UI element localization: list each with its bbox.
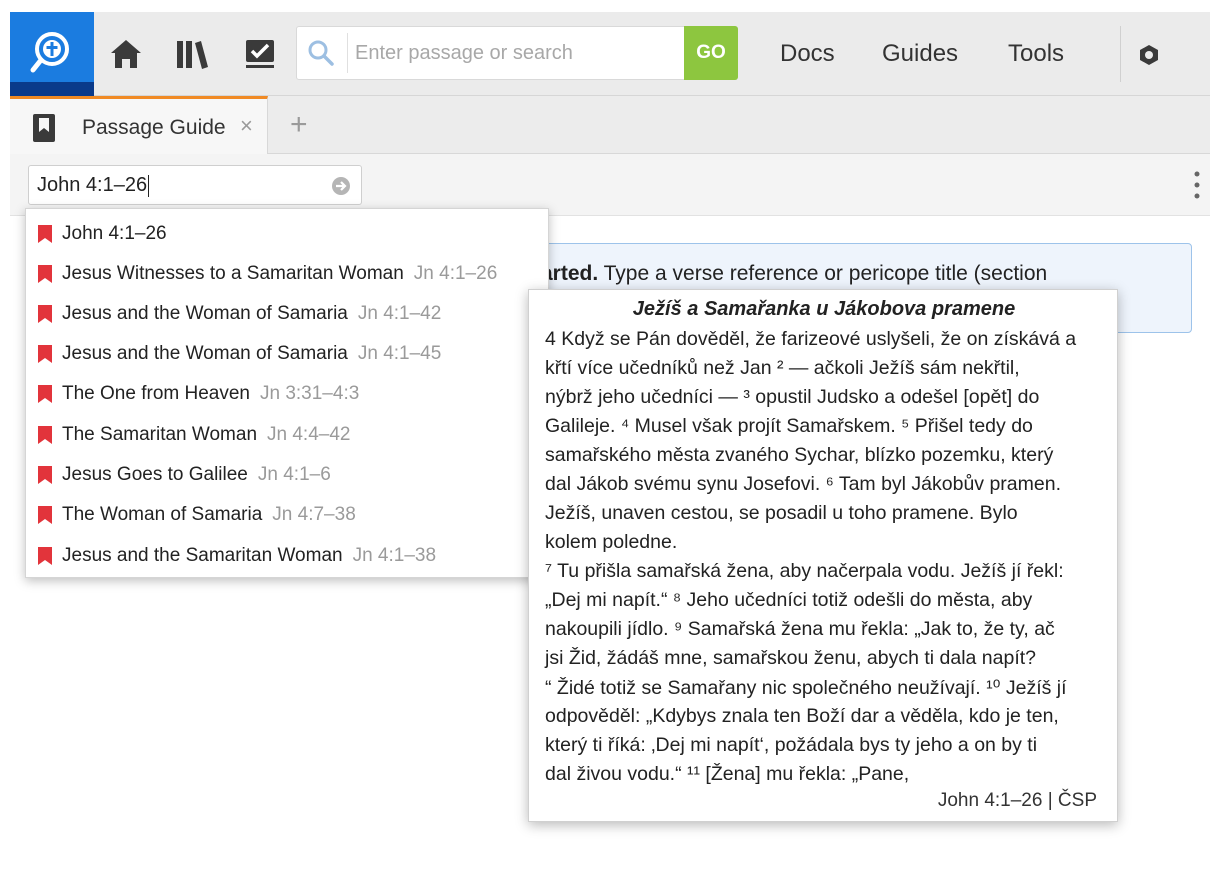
suggestion-item[interactable]: The Woman of Samaria Jn 4:7–38 bbox=[26, 494, 550, 534]
suggestion-reference: Jn 4:1–38 bbox=[352, 545, 437, 566]
nav-docs[interactable]: Docs bbox=[780, 40, 835, 68]
go-button[interactable]: GO bbox=[684, 26, 738, 80]
suggestion-item[interactable]: Jesus and the Woman of Samaria Jn 4:1–42 bbox=[26, 293, 550, 333]
bookmark-icon bbox=[38, 385, 52, 403]
suggestion-title: Jesus and the Samaritan Woman bbox=[62, 545, 343, 566]
tab-label: Passage Guide bbox=[82, 116, 226, 139]
suggestion-reference: Jn 4:4–42 bbox=[267, 424, 351, 445]
preview-text-line: kolem poledne. bbox=[545, 531, 678, 553]
preview-text-line: samařského města zvaného Sychar, blízko … bbox=[545, 444, 1054, 466]
preview-text-line: odpověděl: „Kdybys znala ten Boží dar a … bbox=[545, 705, 1059, 727]
passage-input[interactable]: John 4:1–26 bbox=[28, 165, 362, 205]
preview-text-line: dal Jákob svému synu Josefovi. ⁶ Tam byl… bbox=[545, 473, 1061, 495]
bookmark-icon bbox=[38, 305, 52, 323]
preview-title: Ježíš a Samařanka u Jákobova pramene bbox=[632, 298, 1016, 320]
passage-input-value: John 4:1–26 bbox=[37, 174, 148, 196]
suggestion-item[interactable]: Jesus and the Samaritan Woman Jn 4:1–38 bbox=[26, 535, 550, 575]
suggestion-reference: Jn 4:1–45 bbox=[357, 343, 442, 364]
nav-tools[interactable]: Tools bbox=[1008, 40, 1064, 68]
preview-text-line: Ježíš, unaven cestou, se posadil u toho … bbox=[545, 502, 1018, 524]
search-separator bbox=[347, 33, 348, 73]
suggestion-reference: Jn 3:31–4:3 bbox=[259, 383, 360, 404]
tab-passage-guide[interactable]: Passage Guide × bbox=[10, 96, 268, 154]
preview-text-line: dal živou vodu.“ ¹¹ [Žena] mu řekla: „Pa… bbox=[545, 763, 910, 785]
bookmark-icon bbox=[38, 466, 52, 484]
info-text: Type a verse reference or pericope title… bbox=[598, 262, 1048, 285]
text-caret bbox=[148, 174, 150, 197]
suggestion-item[interactable]: Jesus and the Woman of Samaria Jn 4:1–45 bbox=[26, 333, 550, 373]
suggestion-title: Jesus and the Woman of Samaria bbox=[62, 343, 348, 364]
suggestion-reference: Jn 4:1–6 bbox=[257, 464, 331, 485]
preview-text-line: “ Židé totiž se Samařany nic společného … bbox=[545, 677, 1067, 699]
tab-strip: Passage Guide × + bbox=[10, 96, 1210, 154]
search-bar: GO bbox=[296, 26, 738, 80]
app-logo-icon[interactable] bbox=[10, 12, 94, 96]
toolbar-divider bbox=[1120, 26, 1121, 82]
suggestion-item[interactable]: The One from Heaven Jn 3:31–4:3 bbox=[26, 373, 550, 413]
suggestion-reference: Jn 4:1–26 bbox=[413, 263, 498, 284]
search-input[interactable] bbox=[355, 35, 675, 71]
suggestion-item[interactable]: John 4:1–26 bbox=[26, 213, 550, 253]
more-options-icon[interactable] bbox=[1193, 170, 1201, 200]
search-icon bbox=[308, 40, 334, 66]
suggestion-reference: Jn 4:1–42 bbox=[357, 303, 442, 324]
bookmark-icon bbox=[38, 345, 52, 363]
preview-text-line: nakoupili jídlo. ⁹ Samařská žena mu řekl… bbox=[545, 618, 1055, 640]
home-icon[interactable] bbox=[108, 36, 144, 72]
preview-text-line: křtí více učedníků než Jan ² — ačkoli Je… bbox=[545, 357, 1020, 379]
logo-footer-band bbox=[10, 82, 94, 96]
suggestion-title: Jesus Goes to Galilee bbox=[62, 464, 248, 485]
suggestion-title: Jesus and the Woman of Samaria bbox=[62, 303, 348, 324]
add-tab-icon[interactable]: + bbox=[290, 108, 308, 142]
go-arrow-icon[interactable] bbox=[331, 176, 351, 196]
bookmark-icon bbox=[38, 265, 52, 283]
suggestion-title: The Woman of Samaria bbox=[62, 504, 263, 525]
checklist-icon[interactable] bbox=[242, 36, 278, 72]
passage-guide-icon bbox=[33, 114, 55, 142]
suggestion-title: John 4:1–26 bbox=[62, 223, 167, 244]
suggestion-item[interactable]: Jesus Witnesses to a Samaritan Woman Jn 4… bbox=[26, 253, 550, 293]
preview-text-line: který ti říká: ‚Dej mi napít‘, požádala … bbox=[545, 734, 1038, 756]
top-toolbar: GO Docs Guides Tools bbox=[10, 12, 1210, 96]
preview-text-line: Galileje. ⁴ Musel však projít Samařskem.… bbox=[545, 415, 1033, 437]
preview-footer-citation: John 4:1–26 | ČSP bbox=[937, 790, 1097, 811]
preview-text-line: jsi Žid, žádáš mne, samařskou ženu, abyc… bbox=[545, 647, 1037, 669]
suggestion-item[interactable]: The Samaritan Woman Jn 4:4–42 bbox=[26, 414, 550, 454]
settings-icon[interactable] bbox=[1138, 44, 1160, 66]
preview-text-line: ⁷ Tu přišla samařská žena, aby načerpala… bbox=[545, 560, 1064, 582]
passage-toolbar: John 4:1–26 bbox=[10, 154, 1210, 216]
passage-preview-popup: Ježíš a Samařanka u Jákobova pramene 4 K… bbox=[528, 289, 1118, 822]
suggestion-reference: Jn 4:7–38 bbox=[272, 504, 356, 525]
nav-guides[interactable]: Guides bbox=[882, 40, 958, 68]
suggestion-item[interactable]: Jesus Goes to Galilee Jn 4:1–6 bbox=[26, 454, 550, 494]
suggestion-title: The One from Heaven bbox=[62, 383, 250, 404]
bookmark-icon bbox=[38, 426, 52, 444]
passage-suggestions-dropdown: John 4:1–26 Jesus Witnesses to a Samarit… bbox=[25, 208, 549, 578]
bible-search-icon bbox=[30, 32, 69, 73]
bookmark-icon bbox=[38, 547, 52, 565]
bookmark-icon bbox=[38, 225, 52, 243]
preview-text-line: 4 Když se Pán dověděl, že farizeové usly… bbox=[545, 328, 1077, 350]
suggestion-title: Jesus Witnesses to a Samaritan Woman bbox=[62, 263, 404, 284]
tab-close-icon[interactable]: × bbox=[240, 113, 253, 139]
bookmark-icon bbox=[38, 506, 52, 524]
preview-text-line: „Dej mi napít.“ ⁸ Jeho učedníci totiž od… bbox=[545, 589, 1033, 611]
preview-text-line: nýbrž jeho učedníci — ³ opustil Judsko a… bbox=[545, 386, 1040, 408]
library-icon[interactable] bbox=[174, 36, 210, 72]
suggestion-title: The Samaritan Woman bbox=[62, 424, 258, 445]
